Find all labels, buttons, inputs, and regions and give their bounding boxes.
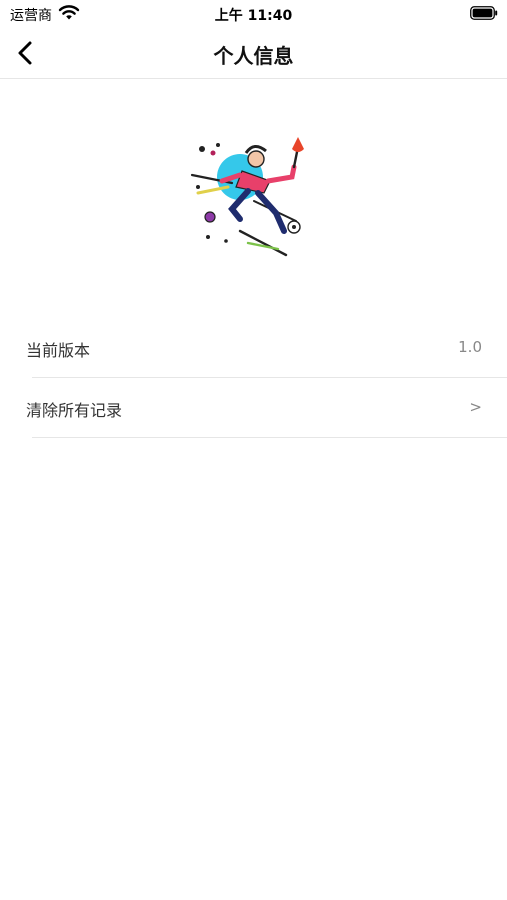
battery-icon: [470, 6, 498, 20]
clock: 上午 11:40: [214, 8, 293, 24]
page-title: 个人信息: [213, 44, 294, 68]
divider: [32, 437, 507, 438]
settings-row-version[interactable]: 当前版本 1.0: [0, 318, 507, 378]
chevron-right-icon: >: [469, 398, 482, 416]
status-bar: 运营商 上午 11:40: [0, 0, 507, 28]
navigation-bar: 个人信息: [0, 28, 507, 79]
clear-records-label: 清除所有记录: [26, 401, 123, 420]
avatar[interactable]: [188, 135, 318, 265]
settings-list: 当前版本 1.0 清除所有记录 >: [0, 318, 507, 438]
version-value: 1.0: [458, 338, 482, 356]
settings-row-clear-records[interactable]: 清除所有记录 >: [0, 378, 507, 438]
version-label: 当前版本: [26, 341, 91, 360]
